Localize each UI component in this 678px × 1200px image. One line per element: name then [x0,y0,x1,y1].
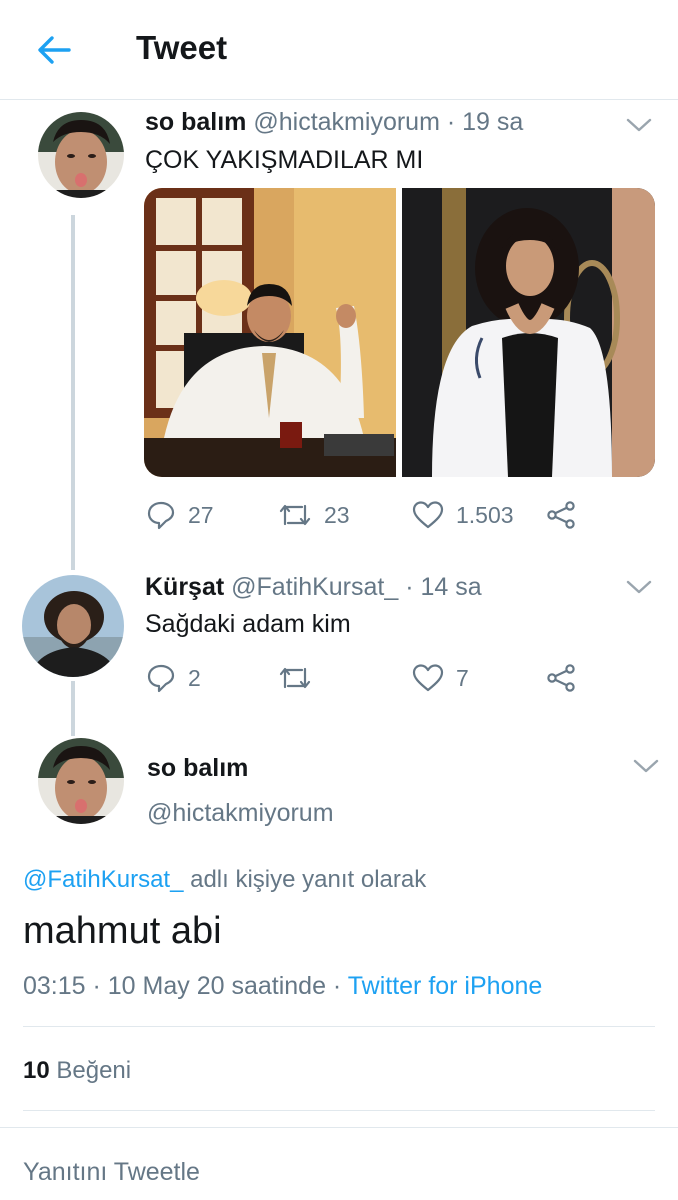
reply-button[interactable]: 2 [146,663,201,693]
share-button[interactable] [546,500,576,530]
heart-icon [412,664,444,692]
tweet-time: 14 sa [420,573,482,601]
main-tweet-text: mahmut abi [23,910,222,952]
retweet-button[interactable]: 23 [278,500,350,530]
share-icon [547,501,575,529]
reply-to-suffix: adlı kişiye yanıt olarak [190,866,427,893]
like-count: 7 [456,664,469,691]
author-handle[interactable]: @hictakmiyorum [147,799,334,828]
author-name[interactable]: so balım [147,754,248,783]
avatar[interactable] [38,112,124,198]
tweet-text: Sağdaki adam kim [145,610,351,638]
timestamp-text: 03:15 · 10 May 20 saatinde · [23,972,348,1000]
thread-line [71,681,75,736]
reply-count: 27 [188,501,214,528]
reply-count: 2 [188,664,201,691]
reply-input-prompt[interactable]: Yanıtını Tweetle [23,1158,200,1187]
retweet-icon [279,667,311,689]
share-button[interactable] [546,663,576,693]
tweet-meta: so balım @hictakmiyorum · 19 sa [145,108,523,137]
tweet-image-right[interactable] [402,188,655,477]
tweet-text: ÇOK YAKIŞMADILAR MI [145,146,424,174]
likes-label: Beğeni [56,1057,132,1084]
reply-context: @FatihKursat_ adlı kişiye yanıt olarak [23,866,426,894]
reply-icon [147,501,175,530]
divider [23,1110,655,1111]
back-button[interactable] [34,30,74,70]
tweet-meta: Kürşat @FatihKursat_ · 14 sa [145,573,482,602]
separator: · [405,573,414,601]
thread-line [71,215,75,570]
avatar[interactable] [22,575,124,677]
retweet-icon [279,504,311,526]
like-button[interactable]: 7 [412,663,469,693]
reply-button[interactable]: 27 [146,500,214,530]
avatar[interactable] [38,738,124,824]
separator: · [446,108,456,136]
top-bar: Tweet [0,0,678,100]
divider [0,1127,678,1128]
divider [23,1026,655,1027]
author-handle[interactable]: @hictakmiyorum [253,108,440,136]
heart-icon [412,501,444,529]
reply-to-link[interactable]: @FatihKursat_ [23,866,183,893]
chevron-down-icon[interactable] [625,577,653,597]
likes-summary[interactable]: 10 Beğeni [23,1057,131,1085]
page-title: Tweet [136,29,228,66]
author-name[interactable]: Kürşat [145,573,224,601]
chevron-down-icon[interactable] [632,756,660,776]
chevron-down-icon[interactable] [625,115,653,135]
author-name[interactable]: so balım [145,108,246,136]
tweet-image-left[interactable] [144,188,396,477]
like-count: 1.503 [456,501,514,528]
tweet-time: 19 sa [462,108,524,136]
likes-count: 10 [23,1057,50,1084]
reply-icon [147,664,175,693]
share-icon [547,664,575,692]
arrow-left-icon [38,36,71,64]
retweet-button[interactable] [278,663,324,693]
retweet-count: 23 [324,501,350,528]
like-button[interactable]: 1.503 [412,500,514,530]
source-link[interactable]: Twitter for iPhone [348,972,543,1000]
tweet-timestamp: 03:15 · 10 May 20 saatinde · Twitter for… [23,972,542,1001]
author-handle[interactable]: @FatihKursat_ [231,573,398,601]
